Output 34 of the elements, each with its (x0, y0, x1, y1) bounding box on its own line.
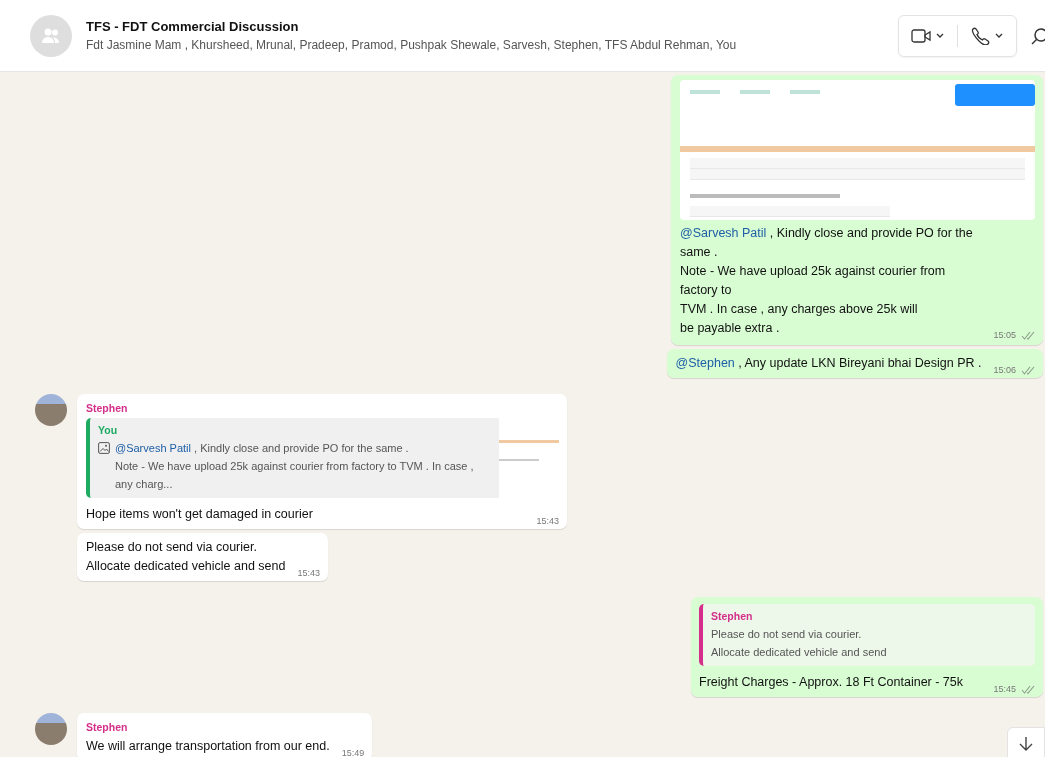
screenshot-thumbnail[interactable] (680, 80, 1035, 220)
message-time: 15:45 (993, 684, 1016, 694)
mention-link[interactable]: @Stephen (675, 356, 735, 370)
video-camera-icon (911, 27, 945, 44)
message-text: Please do not send via courier. Allocate dedicated vehicle and send (86, 539, 286, 575)
quote-text: @Sarvesh Patil , Kindly close and provide PO for the same . Note - We have upload 25k against courier from factory to TVM . In case , any charg... (115, 441, 475, 492)
scroll-down-button[interactable] (1007, 727, 1045, 757)
message-time: 15:49 (341, 748, 365, 757)
message-time: 15:43 (536, 516, 559, 526)
message-text: We will arrange transportation from our end. (86, 738, 330, 755)
quote-author: Stephen (711, 610, 754, 622)
image-icon (98, 442, 110, 454)
phone-icon (970, 26, 1004, 45)
quoted-message[interactable]: Stephen Please do not send via courier. Allocate dedicated vehicle and send (699, 604, 1035, 666)
avatar-image[interactable] (35, 713, 67, 745)
group-avatar-icon (30, 14, 72, 57)
message-text: Freight Charges - Approx. 18 Ft Container - 75k (699, 674, 963, 691)
sender-name: Stephen (86, 402, 129, 414)
chat-title: TFS - FDT Commercial Discussion (86, 19, 300, 34)
member-list: Fdt Jasmine Mam , Khursheed, Mrunal, Pradeep, Pramod, Pushpak Shewale, Sarvesh, Stephen, TFS Abdul Rehman, You (86, 38, 898, 52)
quote-text: Please do not send via courier. Allocate dedicated vehicle and send (711, 627, 887, 660)
message-time: 15:43 (297, 568, 320, 578)
search-icon[interactable] (1031, 26, 1045, 45)
arrow-down-icon (1019, 736, 1033, 752)
quote-author: You (98, 424, 119, 436)
avatar-image[interactable] (35, 394, 67, 426)
message-text: @Stephen , Any update LKN Bireyani bhai Design PR . (675, 355, 982, 372)
quoted-message[interactable]: You @Sarvesh Patil , Kindly close and provide PO for the same . Note - We have upload 25k against courier from factory to TVM . In case , any charg... (86, 418, 559, 498)
mention-link[interactable]: @Sarvesh Patil (680, 226, 767, 240)
message-time: 15:05 (993, 330, 1016, 340)
message-text: Hope items won't get damaged in courier (86, 506, 313, 523)
message-text: @Sarvesh Patil , Kindly close and provide PO for the same . Note - We have upload 25k against courier from factory to TVM . In case , any charges above 25k will be payable extra . (680, 225, 974, 337)
sender-name: Stephen (86, 721, 129, 733)
message-time: 15:06 (993, 365, 1016, 375)
